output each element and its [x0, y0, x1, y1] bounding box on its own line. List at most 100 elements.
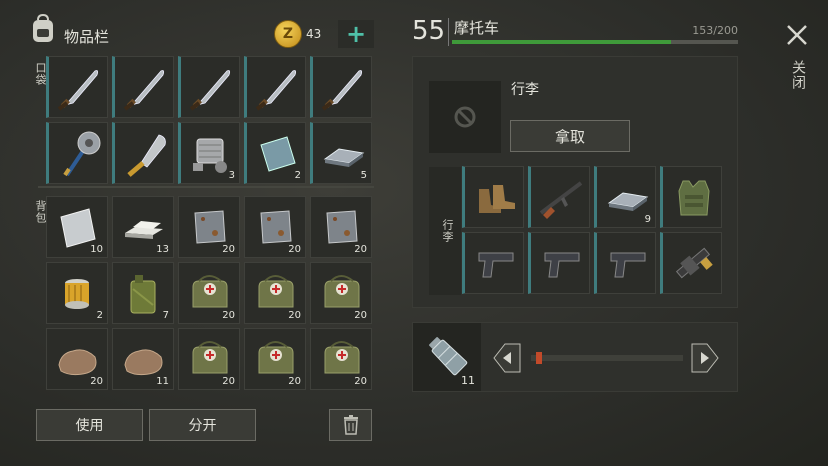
item-count: 20: [90, 376, 103, 387]
split-button[interactable]: 分开: [149, 409, 256, 441]
machete-icon: [189, 70, 231, 111]
take-button[interactable]: 拿取: [510, 120, 630, 152]
coin-count: 43: [306, 27, 322, 41]
vehicle-header: 55 摩托车 153/200: [412, 14, 738, 50]
item-count: 3: [228, 170, 235, 181]
pocket-slot[interactable]: [310, 56, 372, 118]
item-count: 2: [294, 170, 301, 181]
backpack-slot[interactable]: 11: [112, 328, 174, 390]
backpack-icon: [30, 13, 56, 44]
backpack-slot[interactable]: 7: [112, 262, 174, 324]
luggage-slot[interactable]: [528, 166, 590, 228]
water-bottle-icon: [429, 337, 468, 376]
item-count: 20: [354, 376, 367, 387]
vehicle-capacity: 153/200: [692, 24, 738, 37]
luggage-preview-slot: [429, 81, 501, 153]
item-count: 5: [360, 170, 367, 181]
luggage-slot[interactable]: 9: [594, 166, 656, 228]
backpack-slot[interactable]: 20: [244, 262, 306, 324]
item-count: 9: [644, 214, 651, 225]
bottle-count: 11: [461, 374, 475, 387]
item-count: 20: [354, 310, 367, 321]
pocket-slot[interactable]: 3: [178, 122, 240, 184]
luggage-slot[interactable]: [528, 232, 590, 294]
item-count: 7: [162, 310, 169, 321]
pocket-slot[interactable]: [244, 56, 306, 118]
pocket-slot[interactable]: [46, 56, 108, 118]
machete-icon: [123, 70, 165, 111]
luggage-slot[interactable]: [462, 232, 524, 294]
pocket-slot[interactable]: [46, 122, 108, 184]
luggage-slot[interactable]: [660, 232, 722, 294]
backpack-slot[interactable]: 20: [310, 328, 372, 390]
inventory-title: 物品栏: [64, 28, 110, 46]
no-entry-icon: [454, 106, 476, 128]
jerrycan-icon: [130, 275, 156, 314]
backpack-slot[interactable]: 20: [178, 196, 240, 258]
backpack-slot[interactable]: 20: [310, 262, 372, 324]
bottle-slot[interactable]: 11: [413, 323, 481, 391]
transfer-panel: 11: [412, 322, 738, 392]
luggage-slot[interactable]: [594, 232, 656, 294]
slider-right-button[interactable]: [691, 343, 719, 373]
item-count: 20: [288, 244, 301, 255]
inventory-panel: 物品栏 Z 43 + 口袋 背包 325 10 13 20 20 20 2 7 20 20 20 2…: [0, 0, 390, 466]
vehicle-level: 55: [412, 16, 446, 46]
item-count: 20: [354, 244, 367, 255]
boots-icon: [479, 185, 515, 213]
close-button[interactable]: 关闭: [770, 18, 824, 108]
vehicle-name: 摩托车: [454, 19, 500, 37]
coin-icon: Z: [274, 20, 302, 48]
item-count: 20: [222, 244, 235, 255]
pistol-icon: [610, 252, 646, 278]
machete-icon: [57, 70, 99, 111]
armor-vest-icon: [678, 180, 710, 216]
level-divider: [448, 18, 449, 46]
item-count: 20: [222, 376, 235, 387]
minigun-icon: [675, 247, 713, 279]
pocket-slot[interactable]: 2: [244, 122, 306, 184]
divider: [38, 186, 374, 188]
close-label: 关闭: [790, 60, 806, 90]
luggage-side-label: 行李: [441, 219, 454, 243]
item-count: 20: [222, 310, 235, 321]
delete-button[interactable]: [329, 409, 372, 441]
backpack-slot[interactable]: 10: [46, 196, 108, 258]
add-coins-button[interactable]: +: [338, 20, 374, 48]
pistol-icon: [478, 252, 514, 278]
backpack-slot[interactable]: 20: [244, 196, 306, 258]
machete-icon: [321, 70, 363, 111]
slider-left-button[interactable]: [493, 343, 521, 373]
pocket-slot[interactable]: [112, 56, 174, 118]
backpack-slot[interactable]: 20: [244, 328, 306, 390]
rifle-icon: [539, 181, 583, 219]
pocket-slot[interactable]: [112, 122, 174, 184]
backpack-slot[interactable]: 20: [178, 328, 240, 390]
item-count: 13: [156, 244, 169, 255]
oil-filter-icon: [65, 279, 89, 309]
capacity-bar: [452, 40, 738, 44]
pocket-slot[interactable]: 5: [310, 122, 372, 184]
luggage-slot[interactable]: [462, 166, 524, 228]
item-count: 20: [288, 310, 301, 321]
pistol-icon: [544, 252, 580, 278]
backpack-slot[interactable]: 20: [310, 196, 372, 258]
backpack-slot[interactable]: 20: [46, 328, 108, 390]
item-count: 20: [288, 376, 301, 387]
transfer-slider[interactable]: [531, 352, 683, 364]
capacity-bar-fill: [452, 40, 671, 44]
luggage-title: 行李: [511, 82, 539, 98]
pocket-slot[interactable]: [178, 56, 240, 118]
item-count: 2: [96, 310, 103, 321]
backpack-slot[interactable]: 13: [112, 196, 174, 258]
luggage-slot[interactable]: [660, 166, 722, 228]
item-count: 10: [90, 244, 103, 255]
saw-mace-icon: [63, 131, 101, 177]
machete-icon: [255, 70, 297, 111]
slider-knob[interactable]: [535, 352, 542, 364]
cleaver-icon: [127, 134, 166, 177]
backpack-slot[interactable]: 20: [178, 262, 240, 324]
use-button[interactable]: 使用: [36, 409, 143, 441]
arrow-right-icon: [691, 343, 719, 373]
backpack-slot[interactable]: 2: [46, 262, 108, 324]
